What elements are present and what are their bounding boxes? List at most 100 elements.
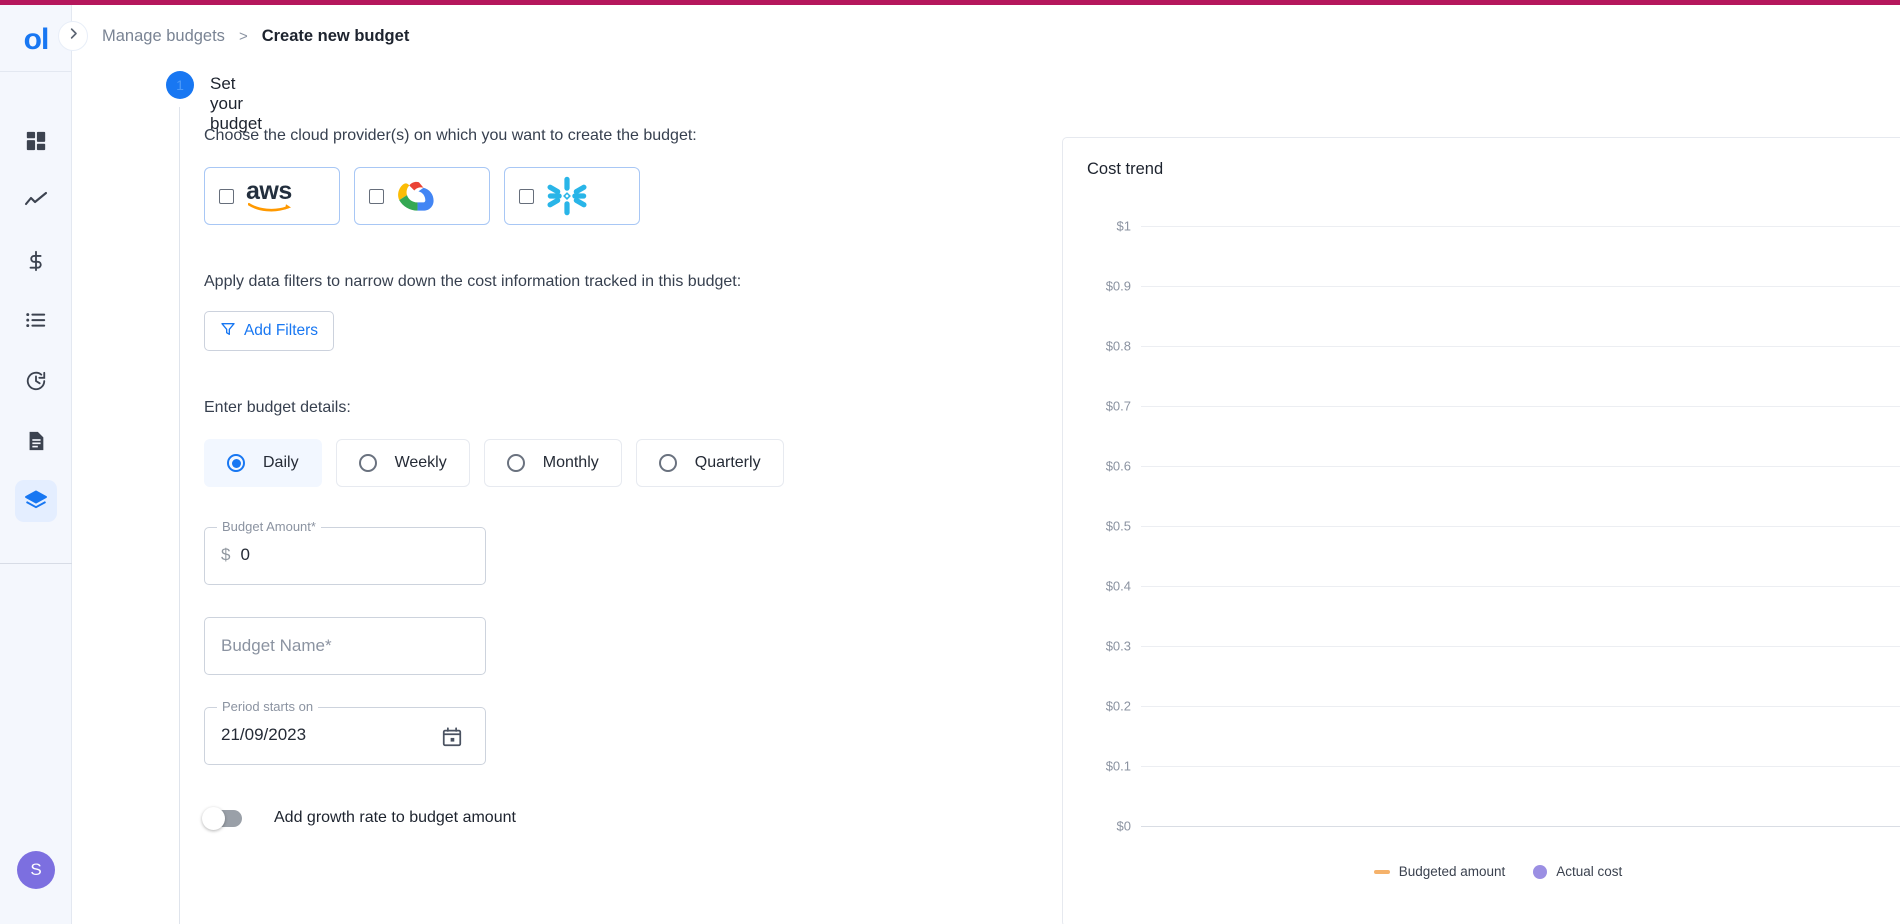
- filter-icon: [220, 321, 236, 342]
- left-sidebar: ol S: [0, 5, 72, 924]
- breadcrumb: Manage budgets > Create new budget: [58, 5, 1900, 67]
- snowflake-logo-icon: [546, 175, 588, 217]
- sidebar-divider-bottom: [0, 563, 72, 564]
- sidebar-item-dashboard[interactable]: [0, 111, 72, 171]
- chart-legend: Budgeted amount Actual cost: [1063, 864, 1900, 879]
- legend-dot-swatch: [1533, 864, 1548, 879]
- main-content: 1 Set your budget Choose the cloud provi…: [72, 67, 1900, 924]
- radio-quarterly[interactable]: [658, 454, 677, 472]
- period-option-weekly[interactable]: Weekly: [335, 439, 470, 487]
- provider-card-snowflake[interactable]: [504, 167, 640, 225]
- chart-gridline: $0.5: [1063, 519, 1900, 534]
- y-axis-tick-label: $0.1: [1105, 758, 1131, 774]
- sidebar-nav: [0, 111, 72, 531]
- radio-daily[interactable]: [227, 454, 245, 472]
- budget-amount-value-wrap: $ 0: [221, 545, 250, 565]
- sidebar-item-budgets[interactable]: [0, 471, 72, 531]
- period-start-input[interactable]: 21/09/2023: [221, 725, 306, 745]
- sidebar-item-trends[interactable]: [0, 171, 72, 231]
- details-label: Enter budget details:: [204, 399, 351, 416]
- y-axis-tick-label: $0.2: [1105, 698, 1131, 714]
- period-option-quarterly[interactable]: Quarterly: [635, 439, 784, 487]
- dollar-icon: [25, 250, 47, 272]
- chart-gridline: $0.7: [1063, 399, 1900, 414]
- provider-card-row: aws: [204, 167, 964, 225]
- trend-icon: [24, 189, 48, 213]
- gridline-rule: [1141, 466, 1900, 467]
- chevron-right-icon: [66, 26, 81, 46]
- chart-gridline: $1: [1063, 219, 1900, 234]
- period-label-daily: Daily: [263, 454, 299, 471]
- radio-weekly[interactable]: [358, 454, 377, 472]
- provider-card-gcp[interactable]: [354, 167, 490, 225]
- period-option-daily[interactable]: Daily: [204, 439, 322, 487]
- provider-checkbox-gcp[interactable]: [369, 188, 384, 204]
- document-icon: [25, 430, 47, 452]
- legend-item-actual[interactable]: Actual cost: [1533, 864, 1622, 879]
- growth-rate-toggle[interactable]: [202, 806, 242, 830]
- history-icon: [25, 370, 47, 392]
- legend-line-swatch: [1373, 869, 1390, 874]
- provider-checkbox-aws[interactable]: [219, 188, 234, 204]
- provider-card-aws[interactable]: aws: [204, 167, 340, 225]
- legend-item-budgeted[interactable]: Budgeted amount: [1373, 864, 1506, 879]
- gridline-rule: [1141, 826, 1900, 827]
- provider-checkbox-snowflake[interactable]: [519, 188, 534, 204]
- y-axis-tick-label: $0: [1116, 818, 1131, 834]
- radio-monthly[interactable]: [506, 454, 525, 472]
- step-title: Set your budget: [210, 74, 262, 133]
- gridline-rule: [1141, 766, 1900, 767]
- budget-form: Choose the cloud provider(s) on which yo…: [202, 127, 964, 830]
- y-axis-tick-label: $0.4: [1105, 578, 1131, 594]
- page-root: ol S Manage budgets > Create new budget …: [0, 0, 1900, 924]
- period-start-legend: Period starts on: [217, 699, 319, 714]
- gridline-rule: [1141, 526, 1900, 527]
- dashboard-icon: [25, 130, 47, 152]
- sidebar-item-documents[interactable]: [0, 411, 72, 471]
- breadcrumb-current: Create new budget: [261, 26, 410, 45]
- sidebar-item-reports[interactable]: [0, 291, 72, 351]
- legend-label-budgeted: Budgeted amount: [1398, 864, 1506, 879]
- add-filters-button[interactable]: Add Filters: [204, 311, 334, 351]
- calendar-icon[interactable]: [441, 726, 463, 753]
- growth-rate-row: Add growth rate to budget amount: [202, 806, 964, 830]
- budget-amount-legend: Budget Amount*: [217, 519, 321, 534]
- chart-gridline: $0.8: [1063, 339, 1900, 354]
- gridline-rule: [1141, 346, 1900, 347]
- period-label-monthly: Monthly: [542, 454, 599, 471]
- budget-amount-field[interactable]: Budget Amount* $ 0: [204, 519, 486, 585]
- google-cloud-logo-icon: [396, 177, 440, 215]
- budget-name-placeholder: Budget Name*: [221, 636, 332, 655]
- chart-gridline: $0.9: [1063, 279, 1900, 294]
- budget-amount-input[interactable]: 0: [240, 545, 249, 565]
- period-radio-group: Daily Weekly Monthly Quarterly: [204, 439, 964, 487]
- sidebar-expand-button[interactable]: [58, 21, 88, 51]
- legend-label-actual: Actual cost: [1556, 864, 1623, 879]
- breadcrumb-list: Manage budgets > Create new budget: [102, 27, 409, 46]
- period-start-field[interactable]: Period starts on 21/09/2023: [204, 699, 486, 765]
- period-option-monthly[interactable]: Monthly: [483, 439, 622, 487]
- chart-gridline: $0.6: [1063, 459, 1900, 474]
- chart-gridline: $0.4: [1063, 579, 1900, 594]
- y-axis-tick-label: $0.7: [1105, 398, 1131, 414]
- gridline-rule: [1141, 286, 1900, 287]
- breadcrumb-parent[interactable]: Manage budgets: [102, 27, 225, 46]
- provider-label: Choose the cloud provider(s) on which yo…: [204, 127, 697, 144]
- sidebar-item-history[interactable]: [0, 351, 72, 411]
- budget-name-field[interactable]: Budget Name*: [204, 617, 486, 675]
- gridline-rule: [1141, 226, 1900, 227]
- gridline-rule: [1141, 706, 1900, 707]
- aws-logo-icon: aws: [246, 179, 292, 212]
- avatar[interactable]: S: [17, 851, 55, 889]
- gridline-rule: [1141, 406, 1900, 407]
- chart-title: Cost trend: [1087, 160, 1164, 178]
- sidebar-divider-top: [0, 71, 72, 72]
- y-axis-tick-label: $1: [1116, 218, 1131, 234]
- sidebar-item-cost[interactable]: [0, 231, 72, 291]
- chart-gridline: $0.2: [1063, 699, 1900, 714]
- chart-gridline: $0.3: [1063, 639, 1900, 654]
- y-axis-tick-label: $0.5: [1105, 518, 1131, 534]
- y-axis-tick-label: $0.6: [1105, 458, 1131, 474]
- list-icon: [25, 310, 47, 332]
- chart-plot-area: $1 $0.9 $0.8 $0.7 $0.6 $0.5 $0.4 $0.3 $0.2 $0.1 $0: [1063, 218, 1900, 838]
